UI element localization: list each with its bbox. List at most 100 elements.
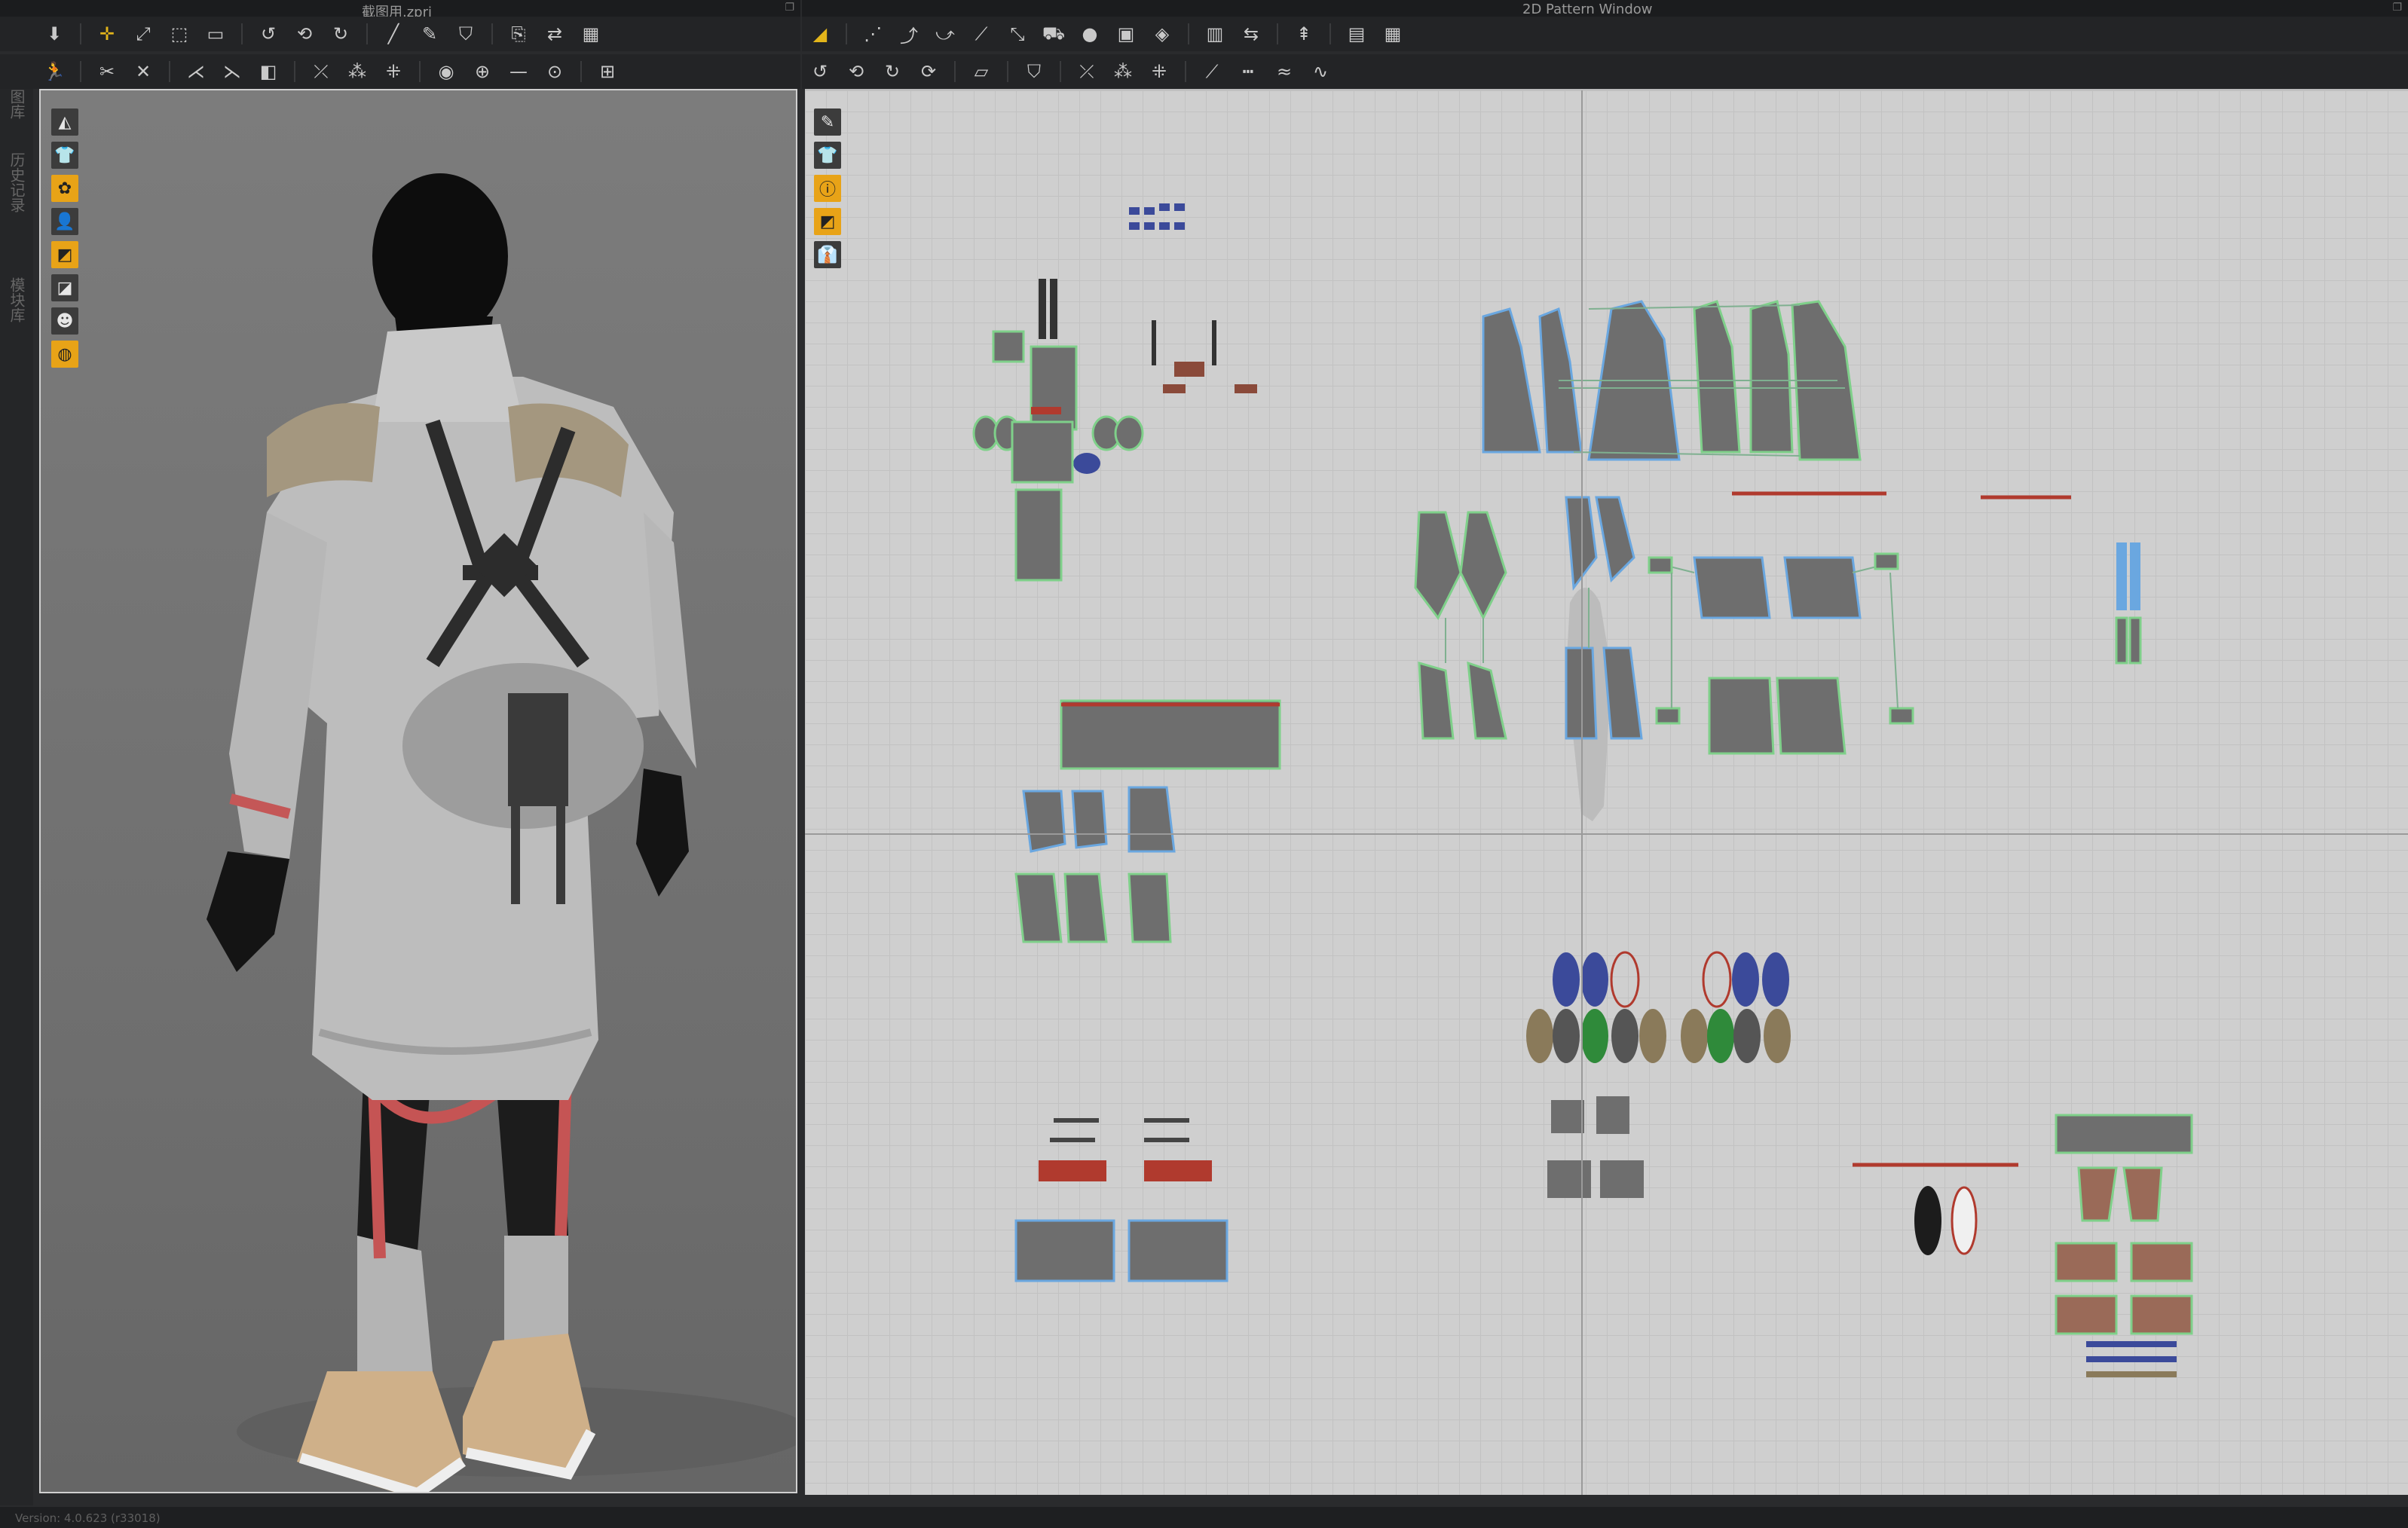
transform-icon[interactable]: ✛ [92, 19, 122, 49]
tab-modules[interactable]: 模块库 [6, 277, 28, 322]
restore-icon[interactable]: ❐ [2392, 2, 2402, 14]
trace-icon[interactable]: ▥ [1200, 19, 1230, 49]
avatar-head [372, 173, 508, 339]
grain-icon[interactable]: ⇆ [1236, 19, 1266, 49]
topstitch-icon[interactable]: ⁂ [342, 57, 372, 87]
sew-icon[interactable]: ↺ [253, 19, 283, 49]
shading-icon[interactable]: ◪ [51, 274, 78, 301]
canvas-axis-h [805, 833, 2408, 835]
edit-point-icon[interactable]: ⋰ [858, 19, 888, 49]
tack-icon[interactable]: ╱ [378, 19, 408, 49]
grid-icon[interactable]: ▤ [1342, 19, 1372, 49]
internal-polygon-icon[interactable]: ▣ [1111, 19, 1141, 49]
brush-icon[interactable]: ✎ [415, 19, 445, 49]
toolbar-3d-row1: ⬇ ✛ ⤢ ⬚ ▭ ↺ ⟲ ↻ ╱ ✎ ⛉ ⎘ ⇄ ▦ [0, 17, 800, 51]
unfold-icon[interactable]: ⁜ [1144, 57, 1174, 87]
shoe-pieces [1853, 1114, 2193, 1377]
dashed-line-icon[interactable]: ┅ [1233, 57, 1263, 87]
coat-panels [1482, 300, 2071, 500]
info-icon[interactable]: ⓘ [814, 175, 841, 202]
free-sew-icon[interactable]: ⟲ [289, 19, 320, 49]
texture-mode-icon[interactable]: ◩ [51, 241, 78, 268]
grid-icon-2[interactable]: ▦ [1378, 19, 1408, 49]
lining-pieces [1526, 951, 1791, 1198]
rectangle-icon[interactable]: ⛟ [1039, 19, 1069, 49]
wave-icon[interactable]: ∿ [1305, 57, 1336, 87]
fabric-render-icon[interactable]: ✿ [51, 175, 78, 202]
polygon-icon[interactable]: ⤡ [1002, 19, 1033, 49]
garment-display-icon[interactable]: 👕 [51, 142, 78, 169]
fold-icon[interactable]: ⛉ [1019, 57, 1049, 87]
toolbar-2d-row2: ↺ ⟲ ↻ ⟳ ▱ ⛉ ⤫ ⁂ ⁜ ⟋ ┅ ≈ ∿ [802, 54, 2408, 89]
curve-point-icon[interactable]: ⤴ [894, 19, 924, 49]
vest-pieces [1014, 699, 1281, 943]
line-icon[interactable]: ◉ [431, 57, 461, 87]
pants-pieces [1014, 1118, 1228, 1282]
fold-arrange-icon[interactable]: ⬚ [164, 19, 194, 49]
garment-thumb-icon[interactable]: 👔 [814, 241, 841, 268]
shape-icon[interactable]: ▦ [576, 19, 606, 49]
check-sew-icon[interactable]: ↻ [877, 57, 907, 87]
pattern-shape-icon[interactable]: 👕 [814, 142, 841, 169]
select-move-icon[interactable]: ⬇ [39, 19, 69, 49]
layer-icon[interactable]: ⊞ [592, 57, 623, 87]
measure-icon[interactable]: ⛉ [451, 19, 481, 49]
xray-icon[interactable]: ☻ [51, 307, 78, 335]
fill-mode-icon[interactable]: ◩ [814, 208, 841, 235]
pin-icon[interactable]: ↻ [326, 19, 356, 49]
window-titlebar-3d: 截图用.zprj ❐ [0, 0, 800, 20]
lock-icon[interactable]: ⊙ [540, 57, 570, 87]
dart-icon[interactable]: ◈ [1147, 19, 1177, 49]
avatar-skin-icon[interactable]: 👤 [51, 208, 78, 235]
avatar-pose-icon[interactable]: 🏃 [39, 57, 69, 87]
window-titlebar-2d: 2D Pattern Window ❐ [802, 0, 2408, 17]
shirring-icon[interactable]: ⋌ [181, 57, 211, 87]
shirring-icon-2[interactable]: ⋋ [217, 57, 247, 87]
avatar-display-icon[interactable]: ◭ [51, 108, 78, 136]
symmetry-icon[interactable]: ⤫ [1072, 57, 1102, 87]
internal-line-icon[interactable]: ⟋ [966, 19, 996, 49]
view-tools-2d: ✎ 👕 ⓘ ◩ 👔 [814, 105, 841, 271]
ellipse-icon[interactable]: ● [1075, 19, 1105, 49]
free-sew-2d-icon[interactable]: ⟲ [841, 57, 871, 87]
button-icon[interactable]: ◧ [253, 57, 283, 87]
harness-pieces [972, 279, 1257, 582]
add-point-icon[interactable]: ⤢ [128, 19, 158, 49]
restore-icon[interactable]: ❐ [785, 2, 794, 14]
seam-allowance-icon[interactable]: ⇞ [1289, 19, 1319, 49]
tab-library[interactable]: 图库 [6, 89, 28, 119]
viewport-3d[interactable]: ◭ 👕 ✿ 👤 ◩ ◪ ☻ ◍ [39, 89, 797, 1493]
add-point-2d-icon[interactable]: ⤻ [930, 19, 960, 49]
box-select-icon[interactable]: ▭ [200, 19, 231, 49]
elastic-icon[interactable]: ⟳ [913, 57, 944, 87]
render-sphere-icon[interactable]: ◍ [51, 341, 78, 368]
tab-history[interactable]: 历史记录 [6, 152, 28, 212]
buttonhole-icon[interactable]: ⤫ [306, 57, 336, 87]
piping-icon[interactable]: — [503, 57, 534, 87]
tuck-icon[interactable]: ▱ [966, 57, 996, 87]
strengthen-icon[interactable]: ⇄ [540, 19, 570, 49]
zipper-icon[interactable]: ⁜ [378, 57, 408, 87]
toolbar-3d-row2: 🏃 ✂ ✕ ⋌ ⋋ ◧ ⤫ ⁂ ⁜ ◉ ⊕ — ⊙ ⊞ [0, 54, 800, 89]
pleat-icon[interactable]: ⁂ [1108, 57, 1138, 87]
texture-icon[interactable]: ⟋ [1197, 57, 1227, 87]
button-cluster [1129, 203, 1185, 230]
view-tools-3d: ◭ 👕 ✿ 👤 ◩ ◪ ☻ ◍ [51, 105, 78, 371]
toolbar-2d-row1: ◢ ⋰ ⤴ ⤻ ⟋ ⤡ ⛟ ● ▣ ◈ ▥ ⇆ ⇞ ▤ ▦ [802, 17, 2408, 51]
puckering-icon[interactable]: ⊕ [467, 57, 497, 87]
right-hand [636, 769, 689, 897]
version-label: Version: 4.0.623 (r33018) [15, 1511, 161, 1525]
transform-pattern-icon[interactable]: ◢ [805, 19, 835, 49]
cut-icon[interactable]: ✕ [128, 57, 158, 87]
pattern-canvas-2d[interactable]: ✎ 👕 ⓘ ◩ 👔 .pc { fill:#6e6e6e; stroke:#6a… [805, 89, 2408, 1495]
pattern-pieces: .pc { fill:#6e6e6e; stroke:#6aa7e0; stro… [972, 203, 2193, 1377]
fabric-simulate-icon[interactable]: ✂ [92, 57, 122, 87]
zigzag-icon[interactable]: ≈ [1269, 57, 1299, 87]
sleeve-pieces [1414, 496, 2142, 755]
snapshot-icon[interactable]: ⎘ [503, 19, 534, 49]
left-sock [357, 1236, 433, 1371]
avatar-garment-render [207, 173, 796, 1492]
pattern-display-icon[interactable]: ✎ [814, 108, 841, 136]
side-dock: 图库 历史记录 模块库 [0, 89, 33, 1505]
segment-sew-icon[interactable]: ↺ [805, 57, 835, 87]
